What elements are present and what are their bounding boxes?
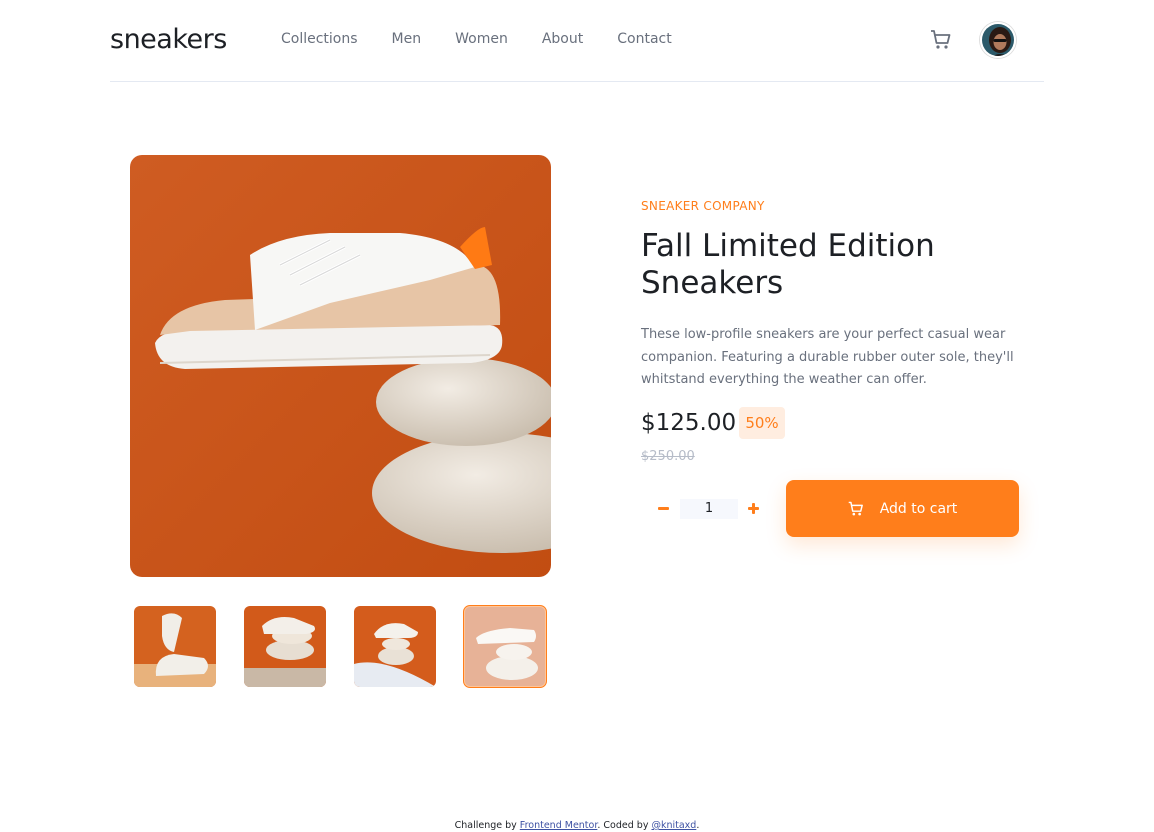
product-description: These low-profile sneakers are your perf… [641,327,1014,387]
company-label: SNEAKER COMPANY [641,199,765,213]
author-link[interactable]: @knitaxd [651,820,696,831]
discount-badge: 50% [739,407,785,439]
site-header: sneakers Collections Men Women About Con… [110,0,1044,82]
frontend-mentor-link[interactable]: Frontend Mentor [520,820,598,831]
main-nav: Collections Men Women About Contact [281,31,706,47]
nav-collections[interactable]: Collections [281,31,358,47]
thumbnail-4[interactable] [463,605,547,688]
cart-icon[interactable] [930,29,952,51]
add-to-cart-button[interactable]: Add to cart [786,480,1019,537]
user-avatar[interactable] [980,22,1016,58]
quantity-stepper: 1 [650,494,770,524]
thumbnail-strip [134,605,547,688]
attribution-footer: Challenge by Frontend Mentor. Coded by @… [0,820,1154,831]
footer-text: . [696,820,700,831]
nav-men[interactable]: Men [392,31,422,47]
nav-contact[interactable]: Contact [617,31,671,47]
cart-icon [848,501,864,517]
current-price: $125.00 [641,410,737,436]
product-title: Fall Limited Edition Sneakers [641,228,935,301]
footer-text: . Coded by [597,820,652,831]
minus-icon[interactable] [650,494,676,524]
nav-women[interactable]: Women [455,31,508,47]
product-main-image[interactable] [130,155,551,577]
site-logo[interactable]: sneakers [110,24,227,55]
original-price: $250.00 [641,449,695,464]
plus-icon[interactable] [742,494,768,524]
footer-text: Challenge by [454,820,520,831]
add-to-cart-label: Add to cart [879,500,958,517]
thumbnail-3[interactable] [354,606,436,687]
thumbnail-2[interactable] [244,606,326,687]
nav-about[interactable]: About [542,31,583,47]
thumbnail-1[interactable] [134,606,216,687]
quantity-value[interactable]: 1 [680,499,738,519]
